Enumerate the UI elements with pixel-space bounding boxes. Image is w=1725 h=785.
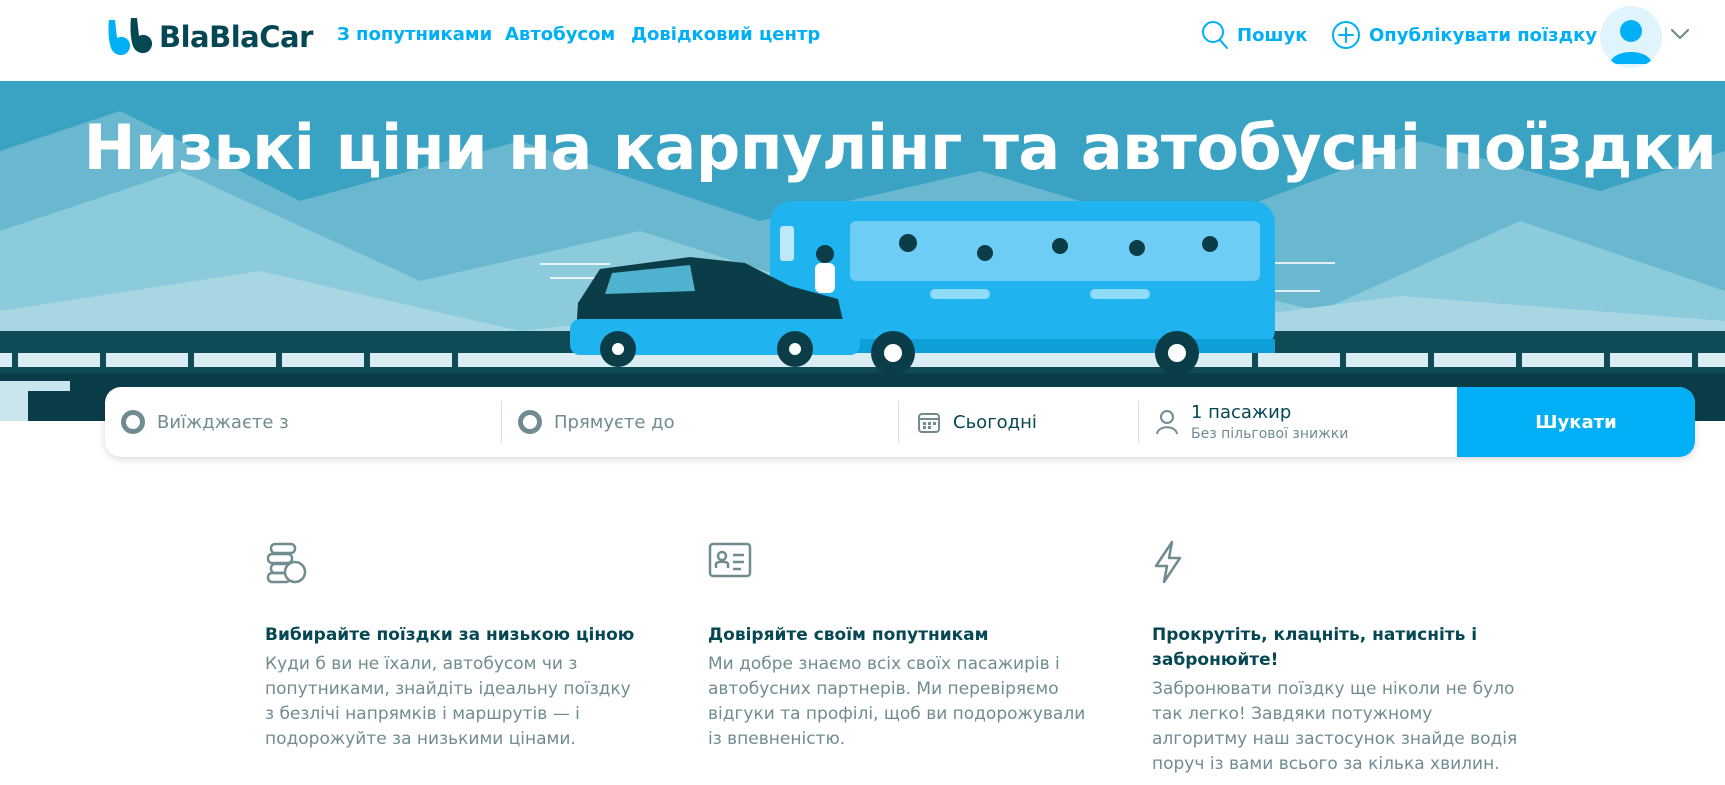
destination-circle-icon (518, 410, 542, 434)
nav-carpool-link[interactable]: З попутниками (337, 24, 492, 45)
nav-bus-link[interactable]: Автобусом (505, 24, 615, 45)
feature-fast-booking: Прокрутіть, клацніть, натисніть і заброн… (1152, 540, 1532, 777)
feature-text: Куди б ви не їхали, автобусом чи з попут… (265, 654, 631, 749)
feature-title: Прокрутіть, клацніть, натисніть і заброн… (1152, 625, 1478, 670)
to-input[interactable] (554, 411, 854, 433)
search-icon (1202, 21, 1228, 49)
id-card-icon (708, 542, 752, 578)
chevron-down-icon (1670, 28, 1690, 40)
feature-text: Ми добре знаємо всіх своїх пасажирів і а… (708, 654, 1086, 749)
logo-text: BlaBlaCar (159, 20, 313, 54)
from-input[interactable] (157, 411, 457, 433)
passengers-discount: Без пільгової знижки (1191, 426, 1349, 442)
date-picker[interactable]: Сьогодні (899, 387, 1139, 457)
feature-title: Довіряйте своїм попутникам (708, 625, 989, 645)
user-avatar-icon (1610, 20, 1652, 64)
lightning-icon (1154, 540, 1182, 584)
header-search-button[interactable]: Пошук (1201, 20, 1308, 50)
from-field[interactable] (105, 387, 502, 457)
header-search-label: Пошук (1237, 24, 1308, 46)
search-submit-button[interactable]: Шукати (1457, 387, 1695, 457)
feature-icon-wrap (708, 540, 1088, 590)
profile-menu-toggle[interactable] (1670, 26, 1690, 45)
feature-trust: Довіряйте своїм попутникам Ми добре знає… (708, 540, 1088, 752)
date-value: Сьогодні (953, 411, 1037, 433)
search-bar: Сьогодні 1 пасажир Без пільгової знижки … (105, 387, 1695, 457)
feature-icon-wrap (265, 540, 645, 590)
blablacar-logo[interactable]: BlaBlaCar (105, 16, 313, 58)
coins-icon (266, 542, 307, 584)
hero-title: Низькі ціни на карпулінг та автобусні по… (83, 111, 1717, 184)
publish-ride-button[interactable]: Опублікувати поїздку (1331, 20, 1597, 50)
origin-circle-icon (121, 410, 145, 434)
feature-text: Забронювати поїздку ще ніколи не було та… (1152, 679, 1518, 774)
user-avatar[interactable] (1600, 6, 1662, 68)
blablacar-logo-icon (108, 18, 153, 56)
passengers-selector[interactable]: 1 пасажир Без пільгової знижки (1139, 387, 1457, 457)
hero-banner: Низькі ціни на карпулінг та автобусні по… (0, 81, 1725, 421)
passengers-text: 1 пасажир Без пільгової знижки (1191, 402, 1348, 442)
plus-circle-icon (1332, 21, 1360, 49)
publish-ride-label: Опублікувати поїздку (1369, 24, 1598, 46)
passengers-count: 1 пасажир (1191, 402, 1292, 423)
feature-title: Вибирайте поїздки за низькою ціною (265, 625, 635, 645)
nav-help-center-link[interactable]: Довідковий центр (631, 24, 820, 45)
to-field[interactable] (502, 387, 899, 457)
feature-icon-wrap (1152, 540, 1532, 590)
feature-low-prices: Вибирайте поїздки за низькою ціною Куди … (265, 540, 645, 752)
calendar-icon (918, 413, 940, 433)
top-header: BlaBlaCar З попутниками Автобусом Довідк… (0, 0, 1725, 81)
person-icon (1156, 410, 1178, 435)
